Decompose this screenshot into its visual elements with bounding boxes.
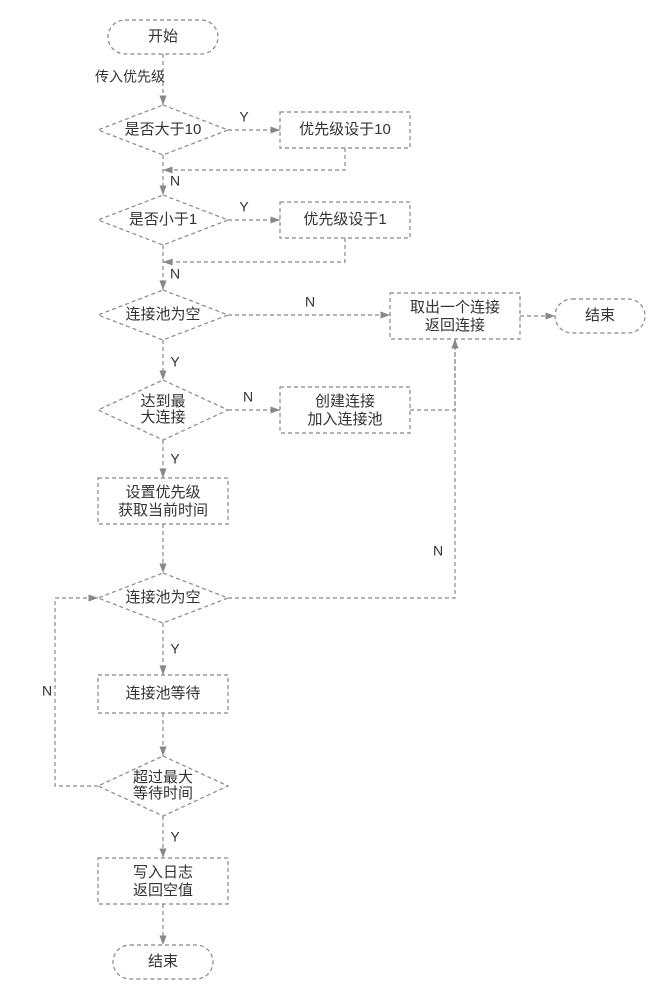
edge-pool1-y-label: Y <box>170 354 180 370</box>
lt1-label: 是否小于1 <box>129 211 197 228</box>
set-pri-l1: 设置优先级 <box>125 484 200 501</box>
end-bottom-label: 结束 <box>148 953 178 970</box>
edge-lt1-n-label: N <box>170 266 180 282</box>
edge-max-y-label: Y <box>170 451 180 467</box>
set10-label: 优先级设于10 <box>299 121 391 138</box>
gt10-label: 是否大于10 <box>125 121 202 138</box>
edge-pool1-n-label: N <box>305 294 315 310</box>
edge-input-label: 传入优先级 <box>95 69 165 85</box>
edge-over-n <box>55 598 98 786</box>
over-wait-l2: 等待时间 <box>133 784 193 802</box>
edge-set1-merge <box>163 238 345 262</box>
edge-lt1-y-label: Y <box>239 199 249 215</box>
edge-over-y-label: Y <box>170 829 180 845</box>
end-top-label: 结束 <box>585 307 615 324</box>
create-conn-l1: 创建连接 <box>315 393 375 410</box>
edge-gt10-y-label: Y <box>239 109 249 125</box>
edge-pool2-y-label: Y <box>170 641 180 657</box>
edge-gt10-n-label: N <box>170 173 180 189</box>
edge-pool2-n <box>228 339 455 598</box>
flowchart-diagram: 开始 是否大于10 优先级设于10 是否小于1 优先级设于1 连接池为空 取出一… <box>0 0 656 1000</box>
edge-pool2-n-label: N <box>433 543 443 559</box>
take-conn-l2: 返回连接 <box>425 317 485 334</box>
pool-wait-label: 连接池等待 <box>125 684 200 702</box>
edge-over-n-label: N <box>42 683 52 699</box>
edge-create-take <box>410 339 455 410</box>
max-conn-l2: 大连接 <box>140 409 185 426</box>
pool-empty-2-label: 连接池为空 <box>125 589 200 606</box>
take-conn-l1: 取出一个连接 <box>410 299 500 316</box>
over-wait-l1: 超过最大 <box>133 769 193 786</box>
edge-max-n-label: N <box>243 389 253 405</box>
create-conn-l2: 加入连接池 <box>307 411 382 428</box>
write-log-l1: 写入日志 <box>133 864 193 881</box>
set1-label: 优先级设于1 <box>303 211 386 228</box>
max-conn-l1: 达到最 <box>140 393 185 410</box>
edge-set10-merge <box>163 148 345 170</box>
set-pri-l2: 获取当前时间 <box>118 502 208 519</box>
start-label: 开始 <box>148 28 178 45</box>
write-log-l2: 返回空值 <box>133 882 193 899</box>
pool-empty-1-label: 连接池为空 <box>125 306 200 323</box>
